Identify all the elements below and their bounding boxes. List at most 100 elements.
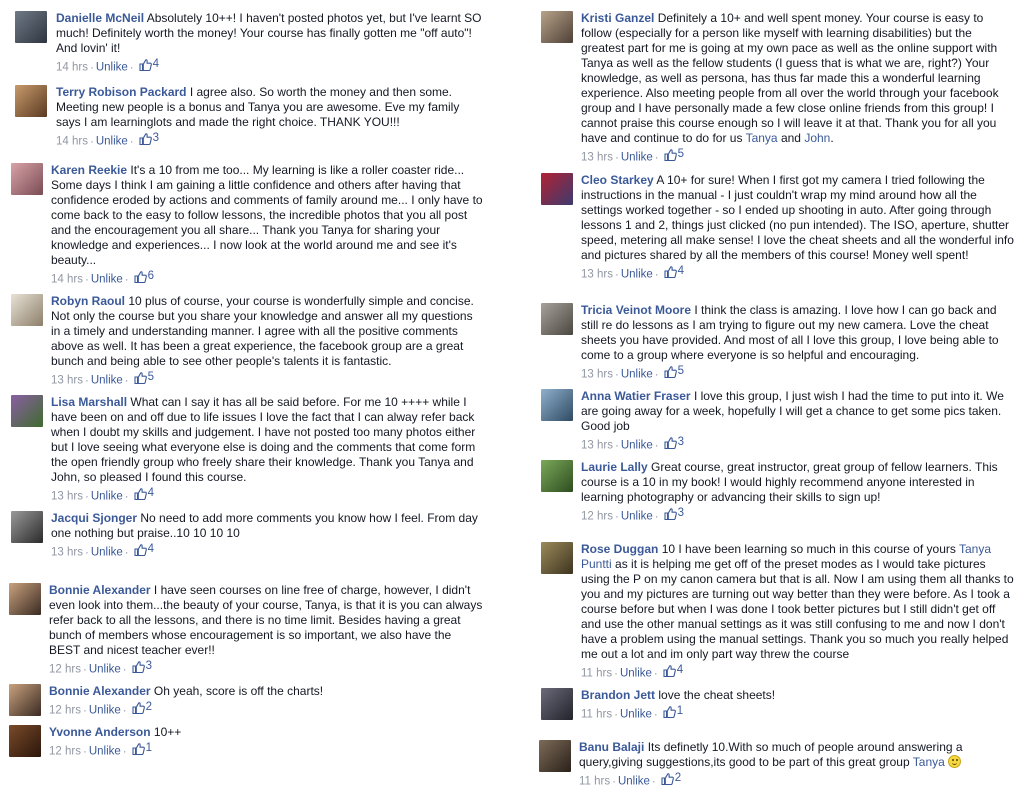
avatar[interactable]	[9, 725, 41, 757]
comment-author[interactable]: Kristi Ganzel	[581, 11, 654, 25]
like-count[interactable]: 2	[129, 700, 152, 715]
avatar[interactable]	[541, 11, 573, 43]
like-count[interactable]: 2	[658, 771, 681, 786]
timestamp[interactable]: 12 hrs	[581, 511, 613, 523]
comment-author[interactable]: Tricia Veinot Moore	[581, 303, 691, 317]
avatar[interactable]	[11, 511, 43, 543]
comment-body: Laurie Lally Great course, great instruc…	[581, 460, 1015, 525]
timestamp[interactable]: 12 hrs	[49, 746, 81, 758]
mention-link[interactable]: Tanya	[913, 755, 945, 769]
unlike-link[interactable]: Unlike	[621, 440, 653, 452]
comment-body: Kristi Ganzel Definitely a 10+ and well …	[581, 11, 1015, 166]
like-count[interactable]: 5	[131, 370, 154, 385]
mention-link[interactable]: John	[804, 131, 830, 145]
like-count[interactable]: 1	[660, 704, 683, 719]
like-count[interactable]: 4	[131, 542, 154, 557]
comment-author[interactable]: Jacqui Sjonger	[51, 511, 137, 525]
avatar[interactable]	[541, 688, 573, 720]
timestamp[interactable]: 14 hrs	[56, 136, 88, 148]
avatar[interactable]	[15, 11, 47, 43]
unlike-link[interactable]: Unlike	[620, 668, 652, 680]
timestamp[interactable]: 13 hrs	[581, 269, 613, 281]
unlike-link[interactable]: Unlike	[91, 547, 123, 559]
unlike-link[interactable]: Unlike	[89, 746, 121, 758]
like-count[interactable]: 3	[661, 506, 684, 521]
avatar[interactable]	[9, 583, 41, 615]
unlike-link[interactable]: Unlike	[89, 705, 121, 717]
timestamp[interactable]: 13 hrs	[51, 547, 83, 559]
comment-author[interactable]: Cleo Starkey	[581, 173, 654, 187]
like-count[interactable]: 3	[661, 435, 684, 450]
comment-author[interactable]: Bonnie Alexander	[49, 684, 151, 698]
comment-author[interactable]: Danielle McNeil	[56, 11, 144, 25]
avatar[interactable]	[11, 163, 43, 195]
avatar[interactable]	[9, 684, 41, 716]
thumbs-up-icon	[664, 436, 677, 449]
avatar[interactable]	[11, 395, 43, 427]
unlike-link[interactable]: Unlike	[89, 664, 121, 676]
comment-text: Anna Watier Fraser I love this group, I …	[581, 389, 1004, 433]
timestamp[interactable]: 13 hrs	[581, 152, 613, 164]
comment-author[interactable]: Lisa Marshall	[51, 395, 127, 409]
unlike-link[interactable]: Unlike	[96, 136, 128, 148]
timestamp[interactable]: 13 hrs	[581, 440, 613, 452]
avatar[interactable]	[541, 303, 573, 335]
comment-author[interactable]: Anna Watier Fraser	[581, 389, 691, 403]
like-count[interactable]: 1	[129, 741, 152, 756]
unlike-link[interactable]: Unlike	[91, 274, 123, 286]
mention-link[interactable]: Tanya	[746, 131, 778, 145]
comment-author[interactable]: Brandon Jett	[581, 688, 655, 702]
timestamp[interactable]: 11 hrs	[581, 668, 612, 680]
unlike-link[interactable]: Unlike	[618, 776, 650, 788]
unlike-link[interactable]: Unlike	[91, 375, 123, 387]
like-count[interactable]: 3	[136, 131, 159, 146]
comment-author[interactable]: Banu Balaji	[579, 740, 644, 754]
comment-text: Bonnie Alexander Oh yeah, score is off t…	[49, 684, 324, 698]
timestamp[interactable]: 14 hrs	[56, 62, 88, 74]
timestamp[interactable]: 13 hrs	[581, 369, 613, 381]
unlike-link[interactable]: Unlike	[621, 369, 653, 381]
like-count[interactable]: 6	[131, 269, 154, 284]
comment-author[interactable]: Laurie Lally	[581, 460, 648, 474]
unlike-link[interactable]: Unlike	[96, 62, 128, 74]
comment-author[interactable]: Terry Robison Packard	[56, 85, 187, 99]
timestamp[interactable]: 12 hrs	[49, 705, 81, 717]
like-count[interactable]: 5	[661, 364, 684, 379]
comment-author[interactable]: Robyn Raoul	[51, 294, 125, 308]
timestamp[interactable]: 12 hrs	[49, 664, 81, 676]
timestamp[interactable]: 13 hrs	[51, 375, 83, 387]
comment-author[interactable]: Rose Duggan	[581, 542, 658, 556]
avatar[interactable]	[15, 85, 47, 117]
unlike-link[interactable]: Unlike	[621, 511, 653, 523]
thumbs-up-icon	[139, 58, 152, 71]
comment-author[interactable]: Bonnie Alexander	[49, 583, 151, 597]
like-count[interactable]: 3	[129, 659, 152, 674]
like-count[interactable]: 4	[660, 663, 683, 678]
thumbs-up-icon	[663, 664, 676, 677]
like-count[interactable]: 4	[136, 57, 159, 72]
unlike-link[interactable]: Unlike	[621, 152, 653, 164]
unlike-link[interactable]: Unlike	[91, 491, 123, 503]
comment-meta: 12 hrs · Unlike · 3	[49, 659, 153, 676]
avatar[interactable]	[541, 460, 573, 492]
unlike-link[interactable]: Unlike	[621, 269, 653, 281]
comment-author[interactable]: Karen Reekie	[51, 163, 127, 177]
avatar[interactable]	[541, 173, 573, 205]
unlike-link[interactable]: Unlike	[620, 709, 652, 721]
thumbs-up-icon	[661, 772, 674, 785]
avatar[interactable]	[541, 542, 573, 574]
comment-meta: 13 hrs · Unlike · 4	[581, 264, 685, 281]
avatar[interactable]	[539, 740, 571, 772]
comment-body: Bonnie Alexander I have seen courses on …	[49, 583, 485, 678]
timestamp[interactable]: 13 hrs	[51, 491, 83, 503]
avatar[interactable]	[11, 294, 43, 326]
like-count[interactable]: 4	[131, 486, 154, 501]
timestamp[interactable]: 11 hrs	[579, 776, 610, 788]
thumbs-up-icon	[663, 705, 676, 718]
timestamp[interactable]: 14 hrs	[51, 274, 83, 286]
like-count[interactable]: 4	[661, 264, 684, 279]
avatar[interactable]	[541, 389, 573, 421]
like-count[interactable]: 5	[661, 147, 684, 162]
timestamp[interactable]: 11 hrs	[581, 709, 612, 721]
comment-author[interactable]: Yvonne Anderson	[49, 725, 151, 739]
